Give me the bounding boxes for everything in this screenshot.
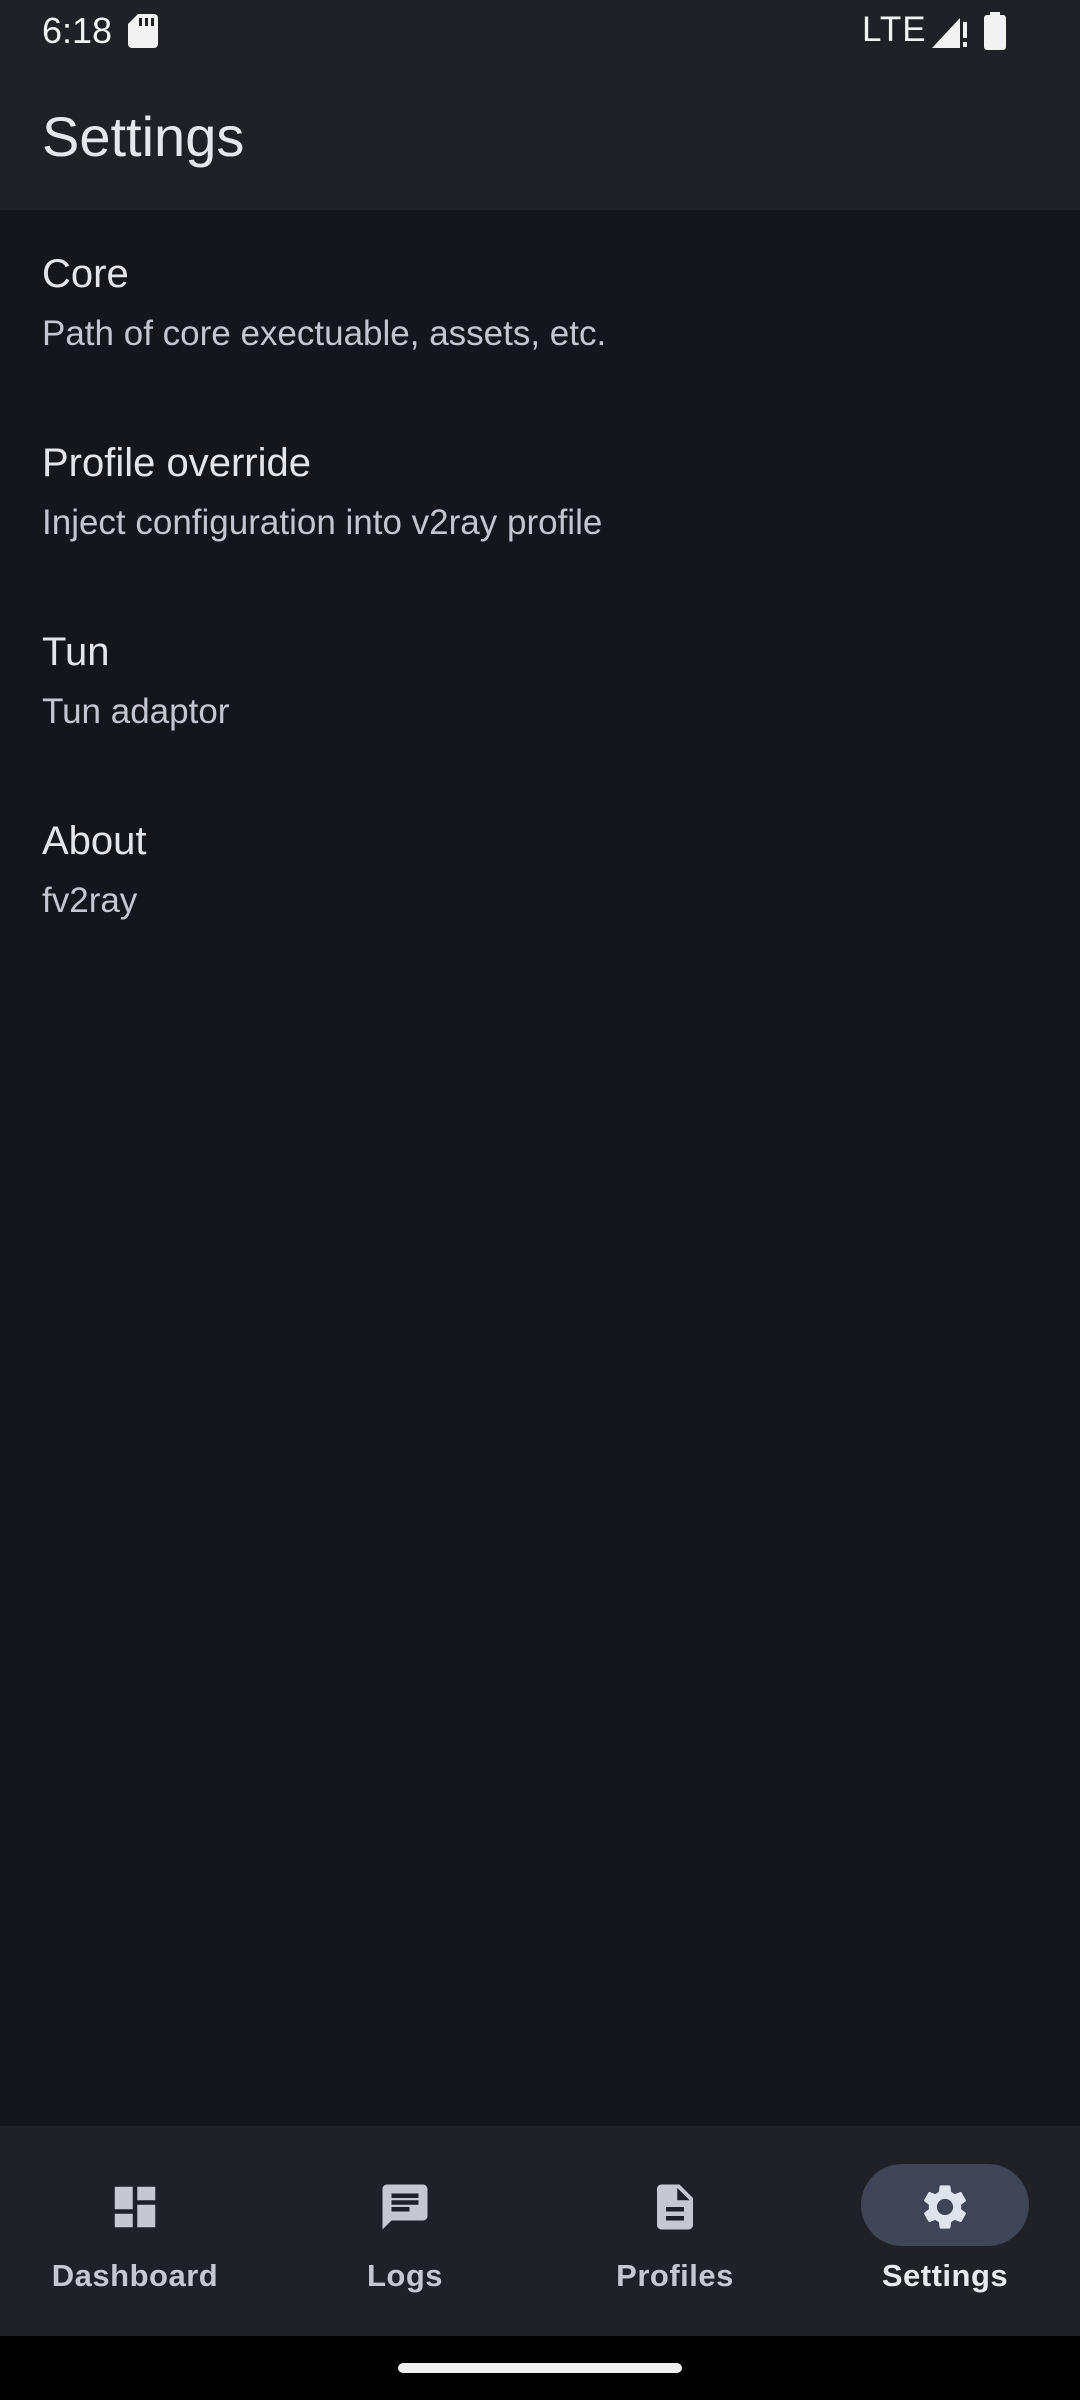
- nav-label-profiles: Profiles: [616, 2258, 734, 2293]
- settings-item-title: Tun: [42, 630, 110, 674]
- settings-item-subtitle: fv2ray: [42, 881, 138, 920]
- nav-label-dashboard: Dashboard: [51, 2258, 219, 2293]
- settings-item-title: Profile override: [42, 441, 312, 485]
- settings-item-title: About: [42, 819, 147, 863]
- battery-icon: [984, 12, 1006, 50]
- nav-item-settings[interactable]: Settings: [810, 2126, 1080, 2336]
- dashboard-icon: [114, 2186, 156, 2228]
- gear-icon: [923, 2185, 967, 2229]
- page-title: Settings: [42, 105, 245, 168]
- nav-item-dashboard[interactable]: Dashboard: [0, 2126, 270, 2336]
- bottom-navigation: Dashboard Logs Profiles Settings: [0, 2126, 1080, 2336]
- document-icon: [657, 2184, 693, 2230]
- screen: 6:18 LTE Settings Core Path of core exec…: [0, 0, 1080, 2400]
- settings-list: Core Path of core exectuable, assets, et…: [0, 210, 1080, 966]
- nav-item-logs[interactable]: Logs: [270, 2126, 540, 2336]
- settings-item-profile-override[interactable]: Profile override Inject configuration in…: [0, 399, 1080, 588]
- chat-message-icon: [382, 2184, 428, 2230]
- settings-item-subtitle: Path of core exectuable, assets, etc.: [42, 314, 607, 353]
- gesture-handle[interactable]: [398, 2363, 682, 2373]
- settings-item-about[interactable]: About fv2ray: [0, 777, 1080, 966]
- settings-item-subtitle: Inject configuration into v2ray profile: [42, 503, 603, 542]
- settings-item-subtitle: Tun adaptor: [42, 692, 230, 731]
- settings-item-core[interactable]: Core Path of core exectuable, assets, et…: [0, 210, 1080, 399]
- status-bar: 6:18 LTE: [0, 0, 1080, 62]
- settings-item-title: Core: [42, 252, 129, 296]
- sd-card-icon: [128, 14, 158, 48]
- gesture-navigation-area: [0, 2336, 1080, 2400]
- signal-icon: [932, 18, 967, 48]
- status-time: 6:18: [42, 10, 113, 51]
- network-type: LTE: [862, 10, 927, 49]
- nav-label-logs: Logs: [366, 2258, 444, 2293]
- settings-item-tun[interactable]: Tun Tun adaptor: [0, 588, 1080, 777]
- nav-item-profiles[interactable]: Profiles: [540, 2126, 810, 2336]
- nav-label-settings: Settings: [881, 2258, 1009, 2293]
- app-bar: Settings: [0, 62, 1080, 210]
